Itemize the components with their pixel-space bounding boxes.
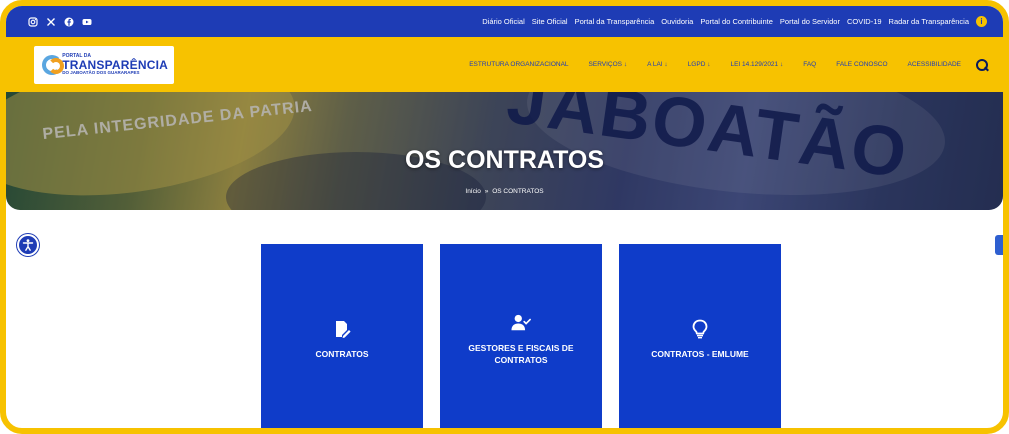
nav-a-lai[interactable]: A LAI ↓ <box>647 61 668 68</box>
breadcrumb-home[interactable]: Início <box>465 188 481 195</box>
link-portal-transparencia[interactable]: Portal da Transparência <box>575 17 655 26</box>
x-icon[interactable] <box>46 17 56 27</box>
nav-acessibilidade[interactable]: ACESSIBILIDADE <box>908 61 961 68</box>
link-site-oficial[interactable]: Site Oficial <box>532 17 568 26</box>
logo-line-2: TRANSPARÊNCIA <box>62 57 168 72</box>
page-title: OS CONTRATOS <box>404 146 605 174</box>
breadcrumb: Início » OS CONTRATOS <box>6 188 1003 195</box>
side-widget-tab[interactable] <box>995 235 1003 255</box>
info-icon[interactable]: i <box>976 16 987 27</box>
card-label: GESTORES E FISCAIS DE CONTRATOS <box>468 343 574 365</box>
accessibility-icon <box>22 239 34 251</box>
breadcrumb-current: OS CONTRATOS <box>492 188 544 195</box>
nav-faq[interactable]: FAQ <box>803 61 816 68</box>
youtube-icon[interactable] <box>82 17 92 27</box>
nav-lei-14129[interactable]: LEI 14.129/2021 ↓ <box>730 61 783 68</box>
card-gestores-fiscais[interactable]: GESTORES E FISCAIS DE CONTRATOS <box>440 244 602 428</box>
edit-document-icon <box>336 321 351 339</box>
link-portal-servidor[interactable]: Portal do Servidor <box>780 17 840 26</box>
card-grid: CONTRATOS GESTORES E FISCAIS DE CONTRATO… <box>261 244 781 428</box>
breadcrumb-separator: » <box>484 188 489 195</box>
page-frame: Diário Oficial Site Oficial Portal da Tr… <box>0 0 1009 434</box>
logo-line-3: DO JABOATÃO DOS GUARARAPES <box>62 69 140 75</box>
logo-mark-icon <box>40 52 64 78</box>
link-ouvidoria[interactable]: Ouvidoria <box>661 17 693 26</box>
link-portal-contribuinte[interactable]: Portal do Contribuinte <box>700 17 773 26</box>
facebook-icon[interactable] <box>64 17 74 27</box>
card-label: CONTRATOS - EMLUME <box>651 349 749 360</box>
nav-estrutura-organizacional[interactable]: ESTRUTURA ORGANIZACIONAL <box>469 61 568 68</box>
nav-fale-conosco[interactable]: FALE CONOSCO <box>836 61 887 68</box>
card-label: CONTRATOS <box>315 349 369 360</box>
search-icon[interactable] <box>975 58 989 72</box>
social-links <box>28 16 92 27</box>
link-covid-19[interactable]: COVID-19 <box>847 17 882 26</box>
logo-text: PORTAL DA TRANSPARÊNCIA DO JABOATÃO DOS … <box>62 53 168 76</box>
nav-servicos[interactable]: SERVIÇOS ↓ <box>589 61 628 68</box>
instagram-icon[interactable] <box>28 16 38 27</box>
main-menu: ESTRUTURA ORGANIZACIONAL SERVIÇOS ↓ A LA… <box>469 61 961 68</box>
site-logo[interactable]: PORTAL DA TRANSPARÊNCIA DO JABOATÃO DOS … <box>34 45 174 84</box>
link-diario-oficial[interactable]: Diário Oficial <box>482 17 525 26</box>
card-contratos-emlume[interactable]: CONTRATOS - EMLUME <box>619 244 781 428</box>
main-navbar: PORTAL DA TRANSPARÊNCIA DO JABOATÃO DOS … <box>6 37 1003 92</box>
card-contratos[interactable]: CONTRATOS <box>261 244 423 428</box>
lightbulb-icon <box>692 319 708 339</box>
nav-lgpd[interactable]: LGPD ↓ <box>688 61 711 68</box>
top-links: Diário Oficial Site Oficial Portal da Tr… <box>482 16 987 27</box>
accessibility-button[interactable] <box>17 234 39 256</box>
hero-banner: PELA INTEGRIDADE DA PATRIA JABOATÃO OS C… <box>6 92 1003 210</box>
top-bar: Diário Oficial Site Oficial Portal da Tr… <box>6 6 1003 37</box>
link-radar-transparencia[interactable]: Radar da Transparência <box>889 17 969 26</box>
user-check-icon <box>511 314 531 331</box>
